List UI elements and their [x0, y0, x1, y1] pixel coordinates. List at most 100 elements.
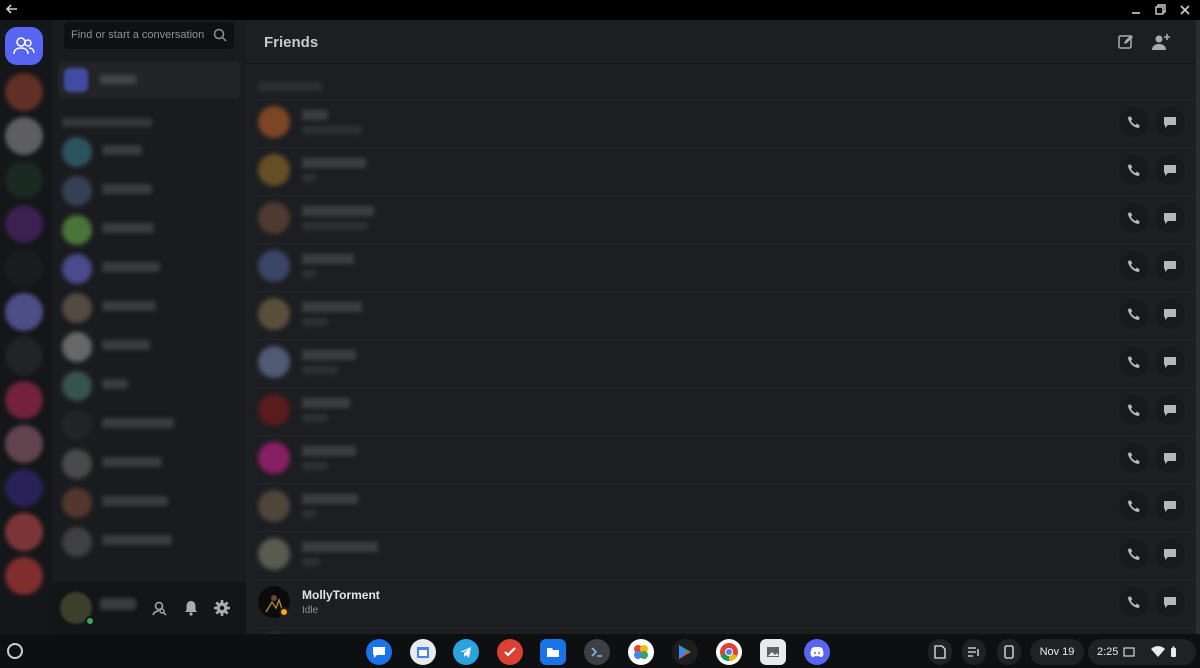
dm-item[interactable]	[62, 486, 242, 522]
telegram-app-icon[interactable]	[453, 639, 479, 665]
dm-item[interactable]	[62, 408, 242, 444]
voice-call-button[interactable]	[1119, 299, 1149, 329]
server-icon[interactable]	[5, 117, 43, 155]
file-icon[interactable]	[928, 639, 952, 665]
calendar-app-icon[interactable]	[410, 639, 436, 665]
voice-call-button[interactable]	[1119, 155, 1149, 185]
message-button[interactable]	[1155, 155, 1185, 185]
chat-bubble-icon	[1164, 309, 1176, 320]
message-button[interactable]	[1155, 587, 1185, 617]
message-button[interactable]	[1155, 299, 1185, 329]
friend-row[interactable]	[256, 291, 1194, 339]
server-icon[interactable]	[5, 557, 43, 595]
server-icon[interactable]	[5, 469, 43, 507]
server-icon[interactable]	[5, 205, 43, 243]
friend-row[interactable]	[256, 531, 1194, 579]
server-icon[interactable]	[5, 249, 43, 287]
avatar	[62, 449, 92, 479]
friend-row[interactable]	[256, 339, 1194, 387]
voice-call-button[interactable]	[1119, 587, 1149, 617]
phone-icon	[1128, 404, 1140, 416]
friend-row[interactable]	[256, 483, 1194, 531]
server-icon[interactable]	[5, 513, 43, 551]
message-button[interactable]	[1155, 395, 1185, 425]
avatar	[258, 154, 290, 186]
message-button[interactable]	[1155, 443, 1185, 473]
voice-call-button[interactable]	[1119, 107, 1149, 137]
home-button[interactable]	[5, 27, 43, 65]
dm-item[interactable]	[62, 291, 242, 327]
friend-row[interactable]	[256, 99, 1194, 147]
message-button[interactable]	[1155, 203, 1185, 233]
voice-call-button[interactable]	[1119, 251, 1149, 281]
voice-call-button[interactable]	[1119, 539, 1149, 569]
messages-app-icon[interactable]	[366, 639, 392, 665]
add-friend-icon[interactable]	[1151, 32, 1171, 52]
dm-item[interactable]	[62, 447, 242, 483]
user-search-icon[interactable]	[151, 599, 169, 617]
dm-item[interactable]	[62, 213, 242, 249]
terminal-app-icon[interactable]	[584, 639, 610, 665]
todoist-app-icon[interactable]	[497, 639, 523, 665]
new-message-icon[interactable]	[1116, 32, 1136, 52]
message-button[interactable]	[1155, 491, 1185, 521]
server-icon[interactable]	[5, 425, 43, 463]
friend-row[interactable]	[256, 243, 1194, 291]
voice-call-button[interactable]	[1119, 203, 1149, 233]
dm-item[interactable]	[62, 369, 242, 405]
avatar	[258, 250, 290, 282]
bell-icon[interactable]	[182, 599, 200, 617]
voice-call-button[interactable]	[1119, 491, 1149, 521]
voice-call-button[interactable]	[1119, 443, 1149, 473]
message-button[interactable]	[1155, 347, 1185, 377]
message-button[interactable]	[1155, 251, 1185, 281]
gallery-app-icon[interactable]	[760, 639, 786, 665]
friend-row[interactable]	[256, 627, 1194, 634]
search-input[interactable]: Find or start a conversation	[64, 22, 234, 49]
dm-item[interactable]	[62, 174, 242, 210]
launcher-button[interactable]	[7, 643, 23, 659]
voice-call-button[interactable]	[1119, 347, 1149, 377]
close-icon[interactable]	[1177, 2, 1193, 18]
server-rail	[0, 20, 52, 634]
phone-icon	[1128, 260, 1140, 272]
avatar	[62, 176, 92, 206]
server-icon[interactable]	[5, 161, 43, 199]
play-store-app-icon[interactable]	[672, 639, 698, 665]
friend-row[interactable]	[256, 147, 1194, 195]
back-arrow-icon[interactable]	[4, 1, 20, 17]
phone-icon	[1128, 356, 1140, 368]
user-panel	[52, 582, 246, 634]
dm-item[interactable]	[62, 135, 242, 171]
scrollbar[interactable]	[1196, 20, 1200, 634]
dm-item[interactable]	[62, 330, 242, 366]
chat-bubble-icon	[1164, 357, 1176, 368]
chat-bubble-icon	[1164, 597, 1176, 608]
message-button[interactable]	[1155, 107, 1185, 137]
message-button[interactable]	[1155, 539, 1185, 569]
voice-call-button[interactable]	[1119, 395, 1149, 425]
phone-hub-icon[interactable]	[997, 639, 1021, 665]
restore-icon[interactable]	[1152, 2, 1168, 18]
friend-row[interactable]: MollyTorment Idle	[256, 579, 1194, 627]
gear-icon[interactable]	[213, 599, 231, 617]
server-icon[interactable]	[5, 381, 43, 419]
server-icon[interactable]	[5, 337, 43, 375]
discord-app-icon[interactable]	[804, 639, 830, 665]
media-controls-icon[interactable]	[962, 639, 986, 665]
chrome-app-icon[interactable]	[716, 639, 742, 665]
minimize-icon[interactable]	[1128, 2, 1144, 18]
friend-row[interactable]	[256, 387, 1194, 435]
date-indicator[interactable]: Nov 19	[1030, 639, 1084, 665]
dm-item[interactable]	[62, 525, 242, 561]
system-tray[interactable]: 2:25	[1088, 639, 1196, 665]
photos-app-icon[interactable]	[628, 639, 654, 665]
friends-nav-item[interactable]	[58, 62, 240, 98]
dm-item[interactable]	[62, 252, 242, 288]
avatar	[62, 254, 92, 284]
friend-row[interactable]	[256, 435, 1194, 483]
server-icon[interactable]	[5, 73, 43, 111]
files-app-icon[interactable]	[540, 639, 566, 665]
friend-row[interactable]	[256, 195, 1194, 243]
server-icon[interactable]	[5, 293, 43, 331]
